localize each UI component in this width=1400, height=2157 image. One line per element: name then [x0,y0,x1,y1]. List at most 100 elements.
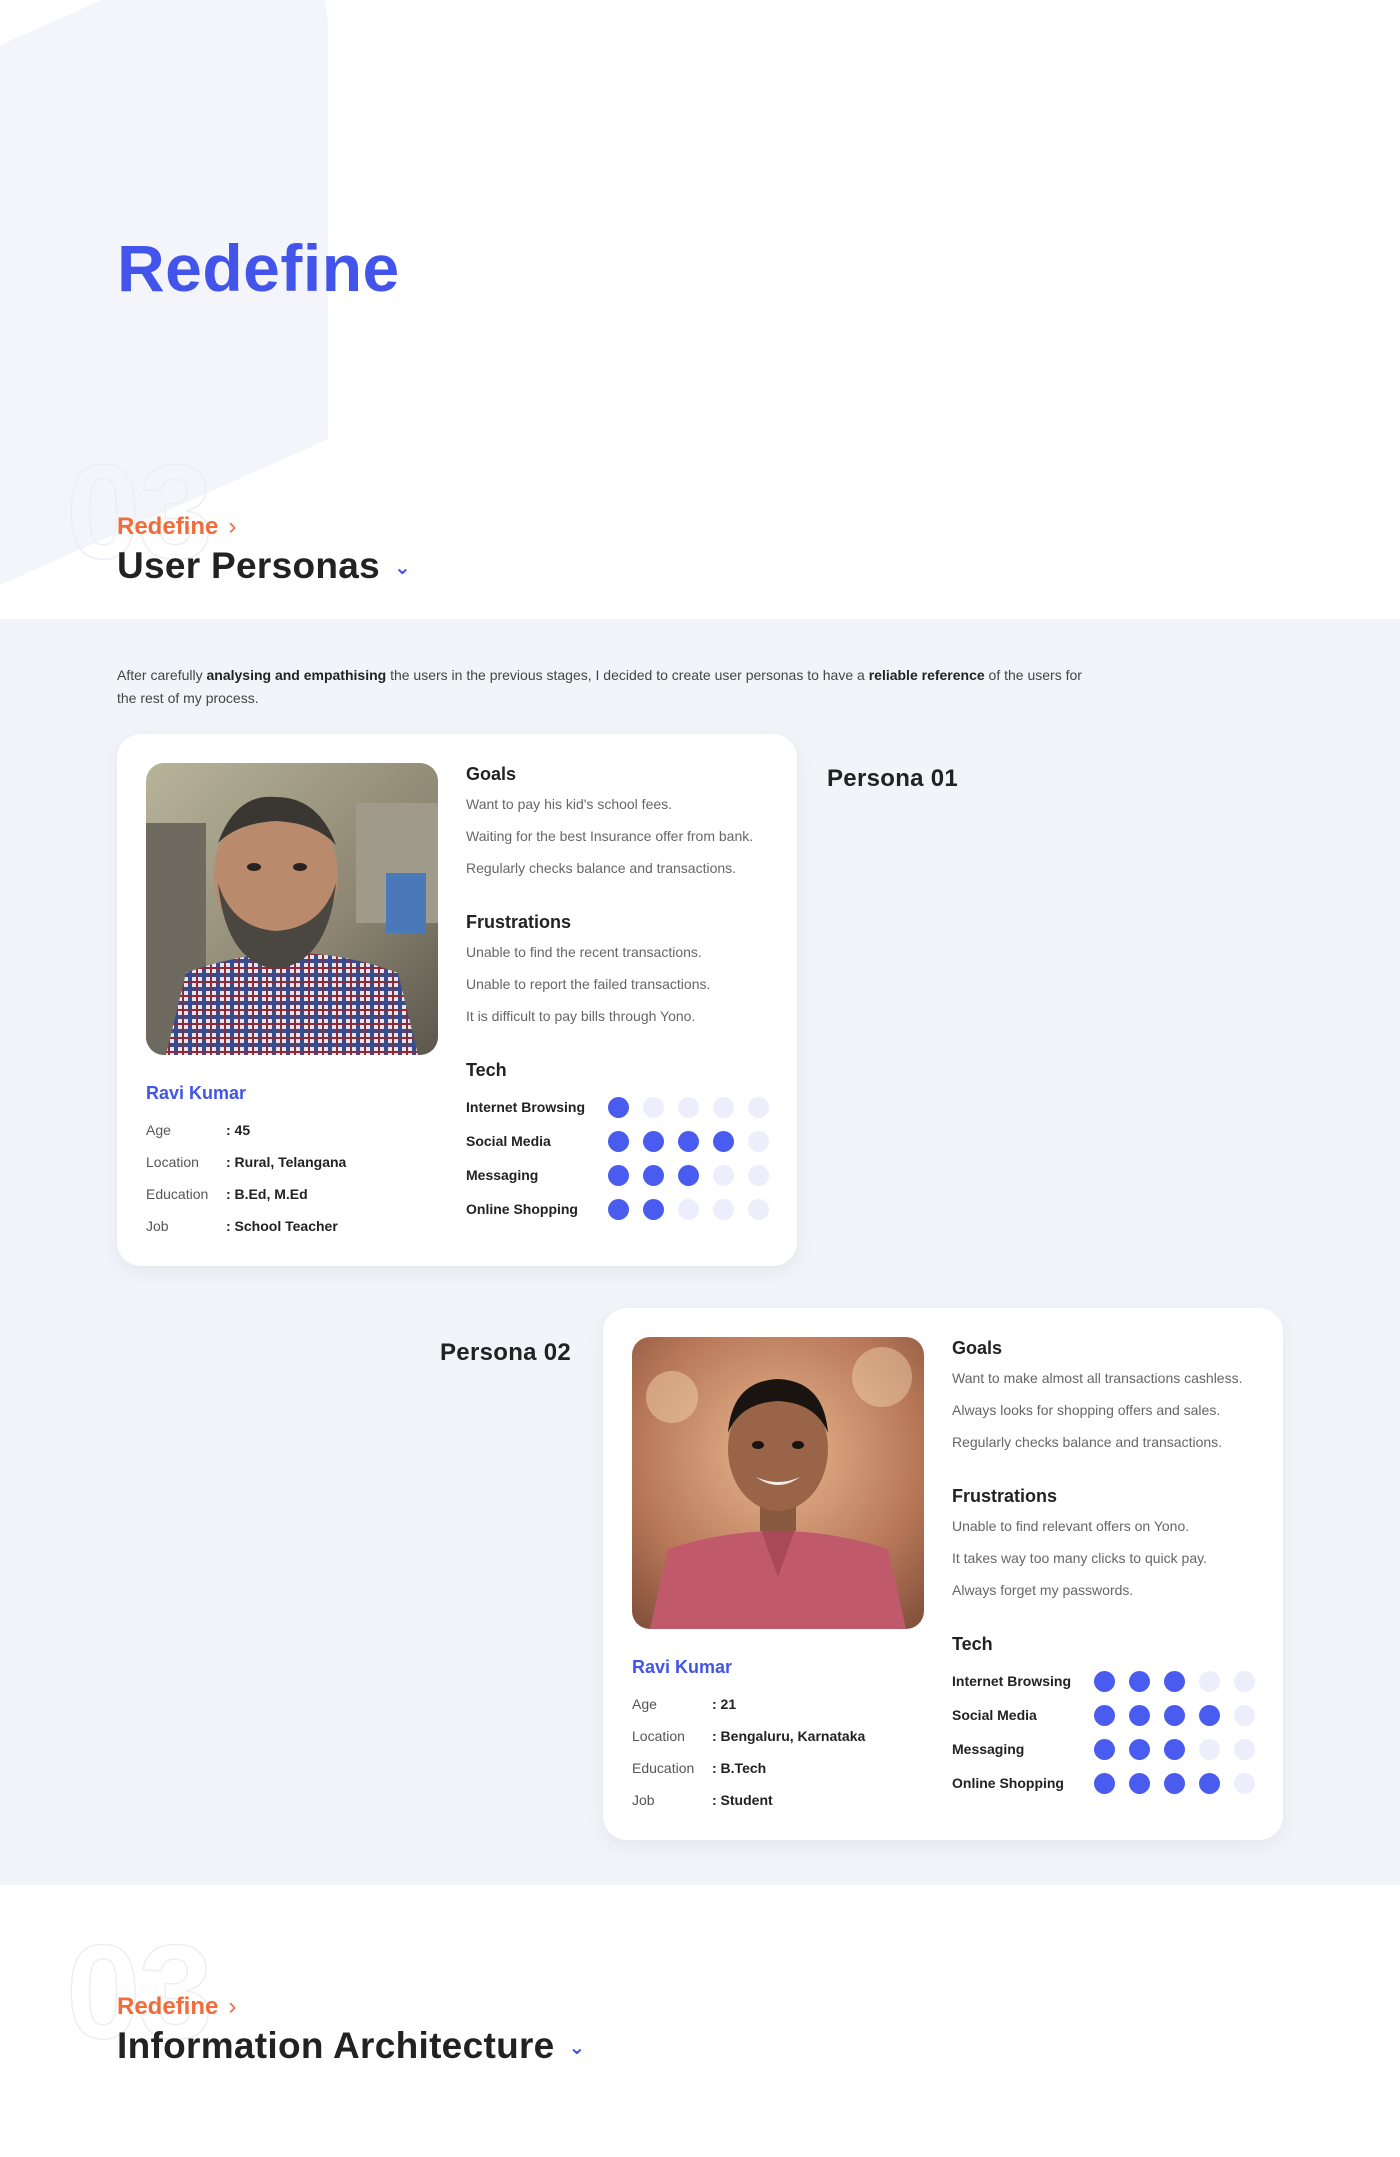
goal-item: Regularly checks balance and transaction… [466,860,737,876]
rating-dot-empty [748,1198,769,1220]
rating-dot-filled [713,1130,734,1152]
breadcrumb-label: Redefine [117,513,219,540]
frustration-item: Unable to find the recent transactions. [466,944,702,960]
tech-label: Online Shopping [952,1775,1064,1791]
rating-dot-filled [608,1096,629,1118]
frustration-item: Unable to report the failed transactions… [466,976,711,992]
rating-dot-empty [1234,1738,1255,1760]
breadcrumb-label: Redefine [117,1993,219,2020]
section-title-text: User Personas [117,545,381,586]
frustrations-heading: Frustrations [952,1486,1058,1506]
goal-item: Waiting for the best Insurance offer fro… [466,828,754,844]
tech-row: Social Media [952,1698,1272,1732]
rating-dot-empty [713,1096,734,1118]
section-title[interactable]: User Personas ⌄ [117,543,411,591]
goal-item: Want to make almost all transactions cas… [952,1370,1243,1386]
attr-location: Location: Rural, Telangana [146,1154,347,1170]
persona-details: Goals Want to pay his kid's school fees.… [466,762,786,1226]
rating-dot-filled [1164,1772,1185,1794]
rating-dot-filled [608,1164,629,1186]
rating-dot-empty [678,1198,699,1220]
rating-dot-empty [678,1096,699,1118]
tech-row: Social Media [466,1124,786,1158]
rating-dot-filled [1199,1704,1220,1726]
tech-row: Internet Browsing [952,1664,1272,1698]
rating-dot-empty [748,1130,769,1152]
tech-list: Internet Browsing Social Media Messaging On… [952,1664,1272,1800]
rating-dot-filled [1094,1704,1115,1726]
rating-dots [608,1096,769,1118]
frustration-item: Unable to find relevant offers on Yono. [952,1518,1190,1534]
persona-label-1: Persona 01 [827,765,959,792]
attr-age: Age: 21 [632,1696,737,1712]
attr-education: Education: B.Ed, M.Ed [146,1186,308,1202]
tech-label: Messaging [952,1741,1025,1757]
hero-title: Redefine [117,231,400,305]
rating-dot-filled [1094,1670,1115,1692]
attr-education: Education: B.Tech [632,1760,767,1776]
rating-dot-empty [748,1164,769,1186]
rating-dot-filled [1094,1772,1115,1794]
rating-dot-filled [1164,1738,1185,1760]
tech-row: Messaging [952,1732,1272,1766]
intro-paragraph: After carefully analysing and empathisin… [117,667,1082,706]
tech-row: Online Shopping [466,1192,786,1226]
persona-name: Ravi Kumar [146,1083,247,1103]
chevron-down-icon: ⌄ [568,2037,586,2060]
persona-label-2: Persona 02 [440,1339,572,1366]
goals-heading: Goals [466,764,517,784]
rating-dot-empty [713,1164,734,1186]
attr-job: Job: Student [632,1792,773,1808]
rating-dot-filled [608,1130,629,1152]
attr-location: Location: Bengaluru, Karnataka [632,1728,866,1744]
rating-dot-empty [1234,1704,1255,1726]
tech-label: Social Media [466,1133,551,1149]
rating-dot-filled [643,1198,664,1220]
tech-label: Messaging [466,1167,539,1183]
rating-dot-empty [1199,1670,1220,1692]
tech-label: Social Media [952,1707,1037,1723]
rating-dot-filled [678,1130,699,1152]
section-title-text: Information Architecture [117,2025,555,2066]
rating-dot-filled [1094,1738,1115,1760]
attr-job: Job: School Teacher [146,1218,338,1234]
rating-dot-filled [1129,1704,1150,1726]
rating-dots [1094,1772,1255,1794]
chevron-down-icon: ⌄ [394,557,412,580]
section-title[interactable]: Information Architecture ⌄ [117,2023,586,2071]
goal-item: Want to pay his kid's school fees. [466,796,673,812]
frustration-item: It takes way too many clicks to quick pa… [952,1550,1207,1566]
breadcrumb[interactable]: Redefine › [117,1992,236,2022]
tech-row: Messaging [466,1158,786,1192]
chevron-right-icon: › [228,1993,237,2020]
rating-dots [608,1164,769,1186]
tech-list: Internet Browsing Social Media Messaging On… [466,1090,786,1226]
tech-row: Internet Browsing [466,1090,786,1124]
rating-dot-filled [1164,1704,1185,1726]
rating-dot-filled [678,1164,699,1186]
rating-dot-empty [1234,1670,1255,1692]
chevron-right-icon: › [228,513,237,540]
rating-dots [1094,1670,1255,1692]
frustration-item: It is difficult to pay bills through Yon… [466,1008,696,1024]
rating-dot-filled [1129,1670,1150,1692]
rating-dot-empty [1199,1738,1220,1760]
rating-dot-filled [1129,1772,1150,1794]
rating-dot-empty [643,1096,664,1118]
breadcrumb[interactable]: Redefine › [117,512,236,542]
tech-heading: Tech [466,1060,507,1080]
rating-dots [608,1198,769,1220]
persona-attributes: Age: 45 Location: Rural, Telangana Educa… [146,1122,346,1250]
frustration-item: Always forget my passwords. [952,1582,1134,1598]
persona-2-portrait [632,1337,924,1629]
persona-photo [146,763,438,1055]
persona-name: Ravi Kumar [632,1657,733,1677]
rating-dot-filled [608,1198,629,1220]
tech-label: Internet Browsing [466,1099,586,1115]
rating-dots [1094,1704,1255,1726]
rating-dot-filled [643,1130,664,1152]
rating-dot-empty [1234,1772,1255,1794]
goals-heading: Goals [952,1338,1003,1358]
tech-row: Online Shopping [952,1766,1272,1800]
tech-heading: Tech [952,1634,993,1654]
